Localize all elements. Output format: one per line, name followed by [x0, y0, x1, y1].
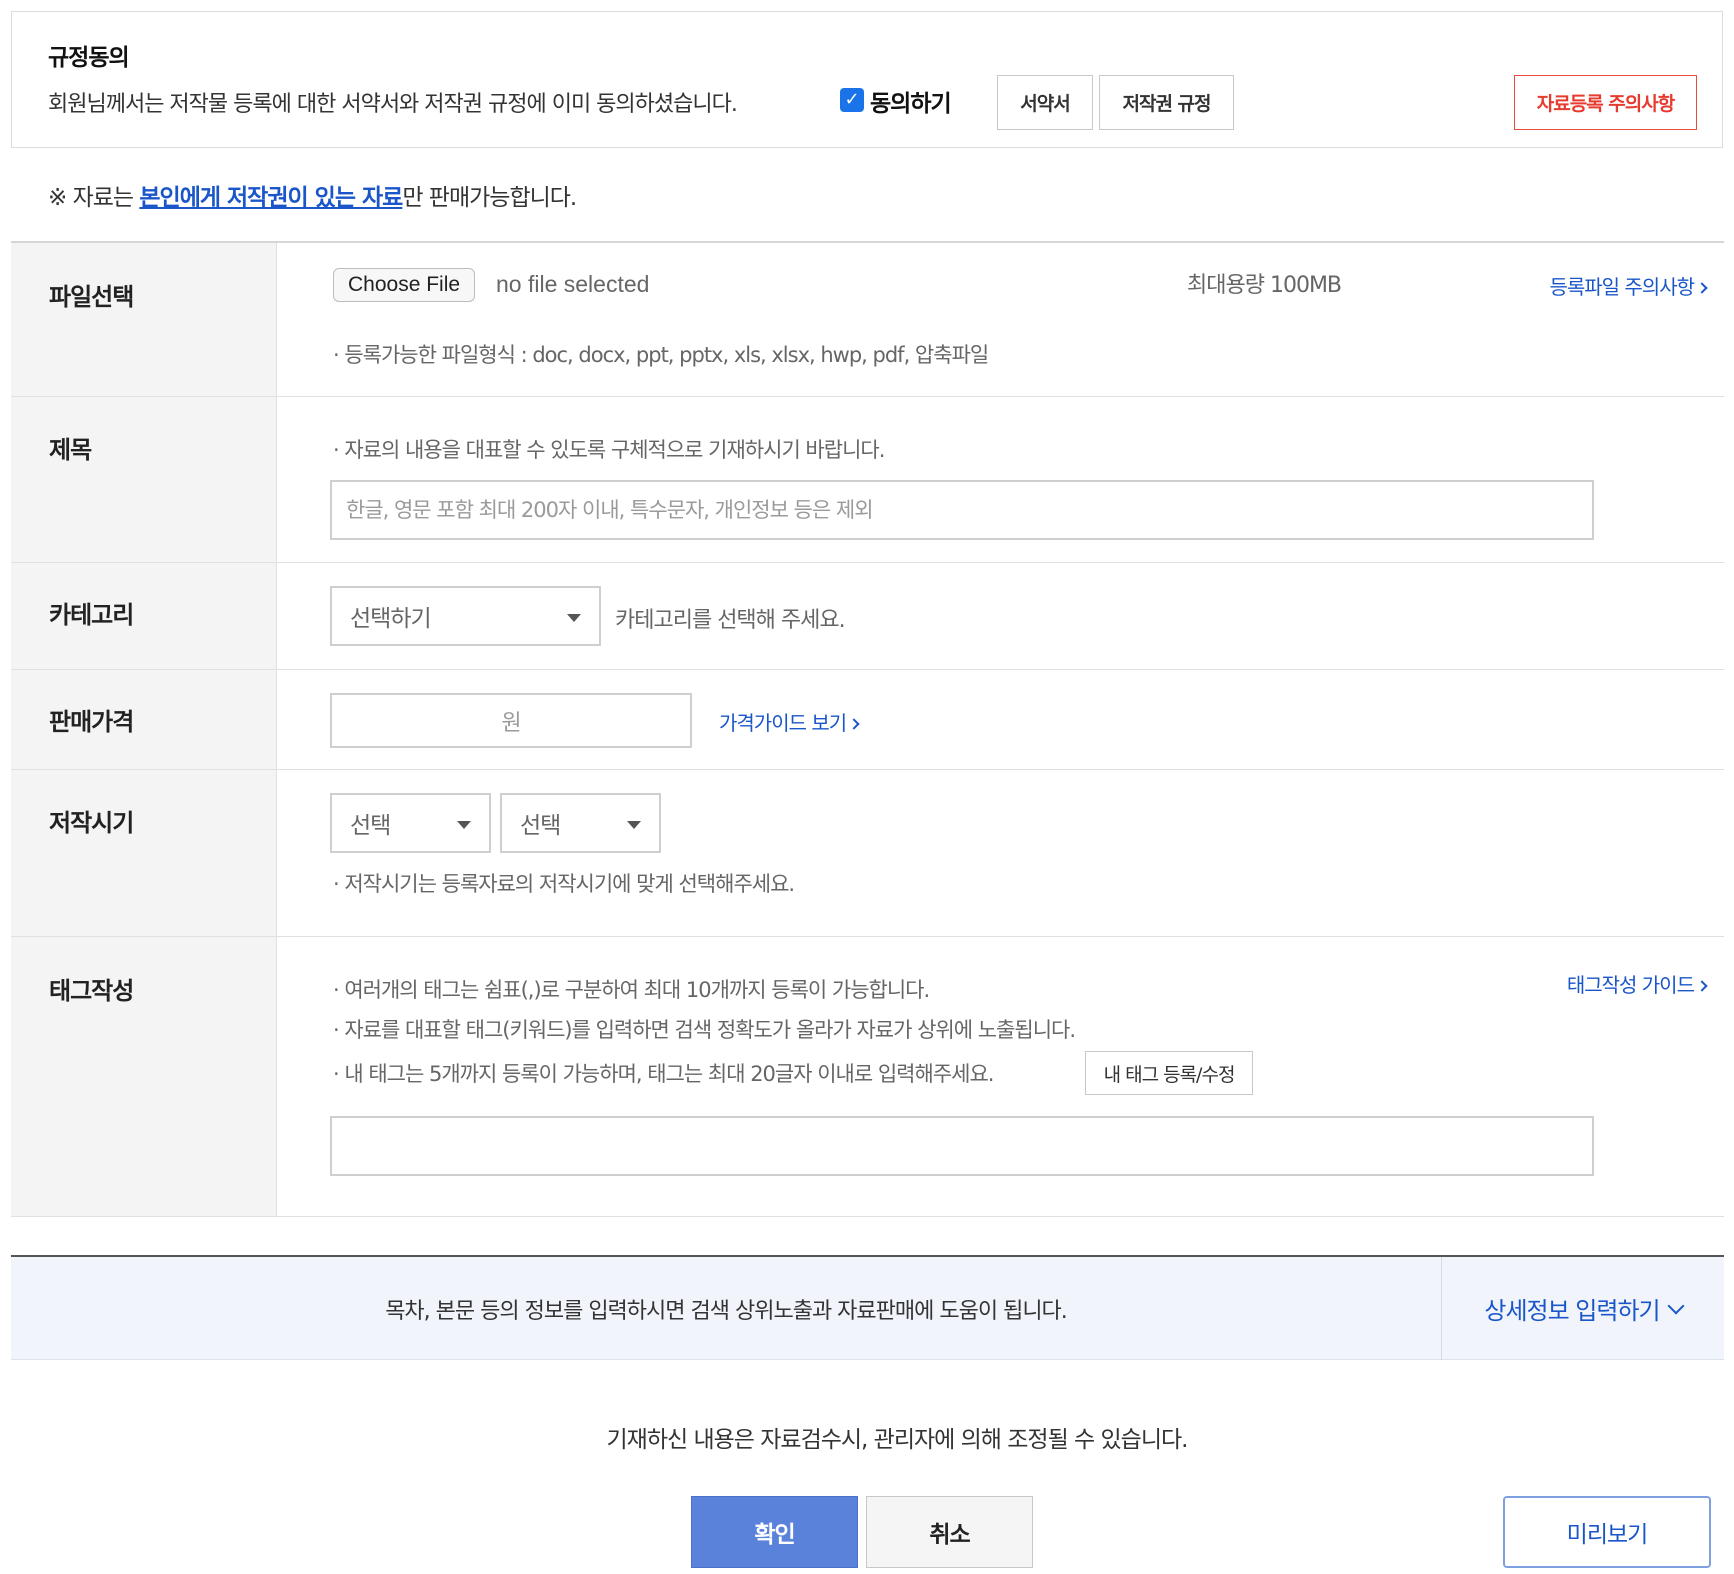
- date-row-label: 저작시기: [49, 809, 134, 837]
- title-input[interactable]: [330, 480, 1594, 540]
- agreement-title: 규정동의: [48, 45, 130, 71]
- month-select[interactable]: 선택: [500, 793, 661, 853]
- my-tag-button[interactable]: 내 태그 등록/수정: [1085, 1051, 1253, 1095]
- copyright-note: ※ 자료는 본인에게 저작권이 있는 자료만 판매가능합니다.: [48, 178, 577, 212]
- no-file-text: no file selected: [496, 271, 650, 297]
- price-row: 판매가격 원 가격가이드 보기: [11, 670, 1724, 770]
- category-row: 카테고리 선택하기 카테고리를 선택해 주세요.: [11, 563, 1724, 670]
- agreement-text: 회원님께서는 저작물 등록에 대한 서약서와 저작권 규정에 이미 동의하셨습니…: [48, 92, 738, 117]
- copyright-note-suffix: 만 판매가능합니다.: [402, 185, 577, 211]
- price-unit: 원: [501, 710, 521, 736]
- chevron-right-icon: [1696, 980, 1708, 992]
- category-select[interactable]: 선택하기: [330, 586, 601, 646]
- file-notice-link-label: 등록파일 주의사항: [1549, 275, 1695, 299]
- file-formats-hint: · 등록가능한 파일형식 : doc, docx, ppt, pptx, xls…: [333, 343, 989, 367]
- file-notice-link[interactable]: 등록파일 주의사항: [1549, 271, 1708, 300]
- price-guide-link-label: 가격가이드 보기: [719, 711, 847, 735]
- detail-info-text: 목차, 본문 등의 정보를 입력하시면 검색 상위노출과 자료판매에 도움이 됩…: [385, 1298, 1068, 1324]
- confirm-button[interactable]: 확인: [691, 1496, 858, 1568]
- agreement-box: 규정동의 회원님께서는 저작물 등록에 대한 서약서와 저작권 규정에 이미 동…: [11, 11, 1723, 148]
- category-select-value: 선택하기: [350, 606, 432, 632]
- choose-file-button[interactable]: Choose File: [333, 268, 476, 302]
- preview-button[interactable]: 미리보기: [1503, 1496, 1711, 1568]
- caret-down-icon: [457, 821, 471, 829]
- chevron-down-icon: [1667, 1297, 1685, 1314]
- category-row-label: 카테고리: [49, 601, 134, 629]
- tag-hint-3: · 내 태그는 5개까지 등록이 가능하며, 태그는 최대 20글자 이내로 입…: [333, 1062, 994, 1086]
- year-select[interactable]: 선택: [330, 793, 491, 853]
- copyright-rules-button[interactable]: 저작권 규정: [1099, 75, 1234, 130]
- date-row: 저작시기 선택 선택 · 저작시기는 등록자료의 저작시기에 맞게 선택해주세요…: [11, 770, 1724, 937]
- price-input[interactable]: 원: [330, 693, 692, 748]
- month-select-value: 선택: [520, 813, 561, 839]
- title-row-label: 제목: [49, 436, 92, 464]
- tag-row-label: 태그작성: [49, 977, 134, 1005]
- file-row: 파일선택 Choose File no file selected 최대용량 1…: [11, 243, 1724, 397]
- detail-info-button-label: 상세정보 입력하기: [1484, 1297, 1660, 1325]
- title-row: 제목 · 자료의 내용을 대표할 수 있도록 구체적으로 기재하시기 바랍니다.: [11, 397, 1724, 563]
- copyright-note-link[interactable]: 본인에게 저작권이 있는 자료: [139, 185, 403, 211]
- max-size-text: 최대용량 100MB: [1187, 273, 1342, 298]
- tag-input[interactable]: [330, 1116, 1594, 1176]
- upload-notice-button[interactable]: 자료등록 주의사항: [1514, 75, 1697, 130]
- bottom-note: 기재하신 내용은 자료검수시, 관리자에 의해 조정될 수 있습니다.: [606, 1427, 1189, 1453]
- price-row-label: 판매가격: [49, 708, 134, 736]
- cancel-button[interactable]: 취소: [866, 1496, 1033, 1568]
- detail-info-button[interactable]: 상세정보 입력하기: [1442, 1257, 1724, 1360]
- tag-guide-link[interactable]: 태그작성 가이드: [1566, 969, 1708, 998]
- category-hint: 카테고리를 선택해 주세요.: [615, 608, 846, 633]
- chevron-right-icon: [1696, 282, 1708, 294]
- caret-down-icon: [627, 821, 641, 829]
- agree-checkbox[interactable]: ✓: [840, 88, 864, 112]
- caret-down-icon: [567, 614, 581, 622]
- agree-checkbox-label[interactable]: 동의하기: [870, 84, 952, 118]
- date-hint: · 저작시기는 등록자료의 저작시기에 맞게 선택해주세요.: [333, 872, 795, 896]
- tag-hint-1: · 여러개의 태그는 쉼표(,)로 구분하여 최대 10개까지 등록이 가능합니…: [333, 978, 930, 1002]
- upload-form: 파일선택 Choose File no file selected 최대용량 1…: [11, 241, 1724, 1217]
- year-select-value: 선택: [350, 813, 391, 839]
- detail-info-banner: 목차, 본문 등의 정보를 입력하시면 검색 상위노출과 자료판매에 도움이 됩…: [11, 1255, 1724, 1360]
- title-hint: · 자료의 내용을 대표할 수 있도록 구체적으로 기재하시기 바랍니다.: [333, 438, 885, 462]
- copyright-note-prefix: ※ 자료는: [48, 185, 140, 211]
- tag-row: 태그작성 · 여러개의 태그는 쉼표(,)로 구분하여 최대 10개까지 등록이…: [11, 937, 1724, 1217]
- pledge-button[interactable]: 서약서: [997, 75, 1093, 130]
- file-row-label: 파일선택: [49, 283, 134, 311]
- tag-guide-link-label: 태그작성 가이드: [1566, 973, 1695, 997]
- tag-hint-2: · 자료를 대표할 태그(키워드)를 입력하면 검색 정확도가 올라가 자료가 …: [333, 1018, 1076, 1042]
- price-guide-link[interactable]: 가격가이드 보기: [719, 707, 860, 736]
- chevron-right-icon: [848, 718, 860, 730]
